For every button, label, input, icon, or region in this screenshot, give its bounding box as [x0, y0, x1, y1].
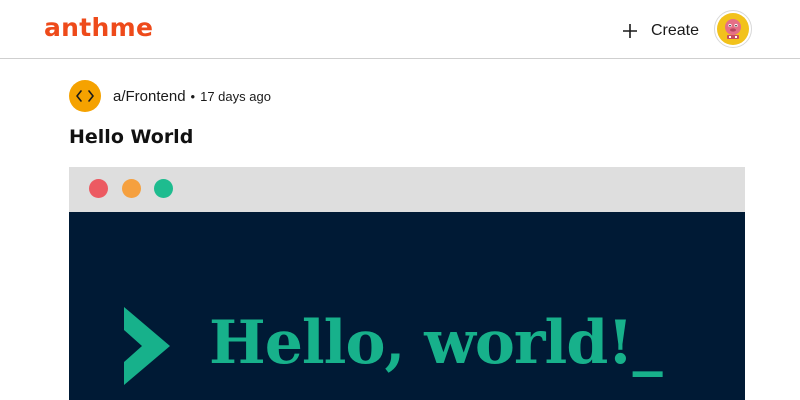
create-button[interactable]: Create — [622, 18, 699, 44]
window-dot-green — [154, 179, 173, 198]
window-body: Hello, world!_ — [69, 212, 745, 400]
plus-icon — [623, 24, 637, 38]
post-image[interactable]: Hello, world!_ — [69, 167, 745, 400]
app-logo[interactable]: anthme — [44, 13, 153, 42]
meta-separator: • — [190, 88, 196, 104]
terminal-prompt-icon — [124, 307, 170, 385]
code-brackets-icon[interactable] — [69, 80, 101, 112]
window-title-bar — [69, 167, 745, 212]
avatar-icon — [717, 13, 749, 45]
user-avatar[interactable] — [714, 10, 752, 48]
create-label: Create — [651, 22, 700, 39]
window-dot-red — [89, 179, 108, 198]
community-name-link[interactable]: a/Frontend — [113, 88, 186, 105]
post-title[interactable]: Hello World — [69, 126, 193, 148]
top-header: anthme Create — [0, 0, 800, 59]
hello-world-image-text: Hello, world!_ — [209, 308, 663, 378]
post-timestamp: 17 days ago — [200, 88, 271, 104]
post-meta: a/Frontend • 17 days ago — [69, 80, 271, 112]
window-dot-orange — [122, 179, 141, 198]
